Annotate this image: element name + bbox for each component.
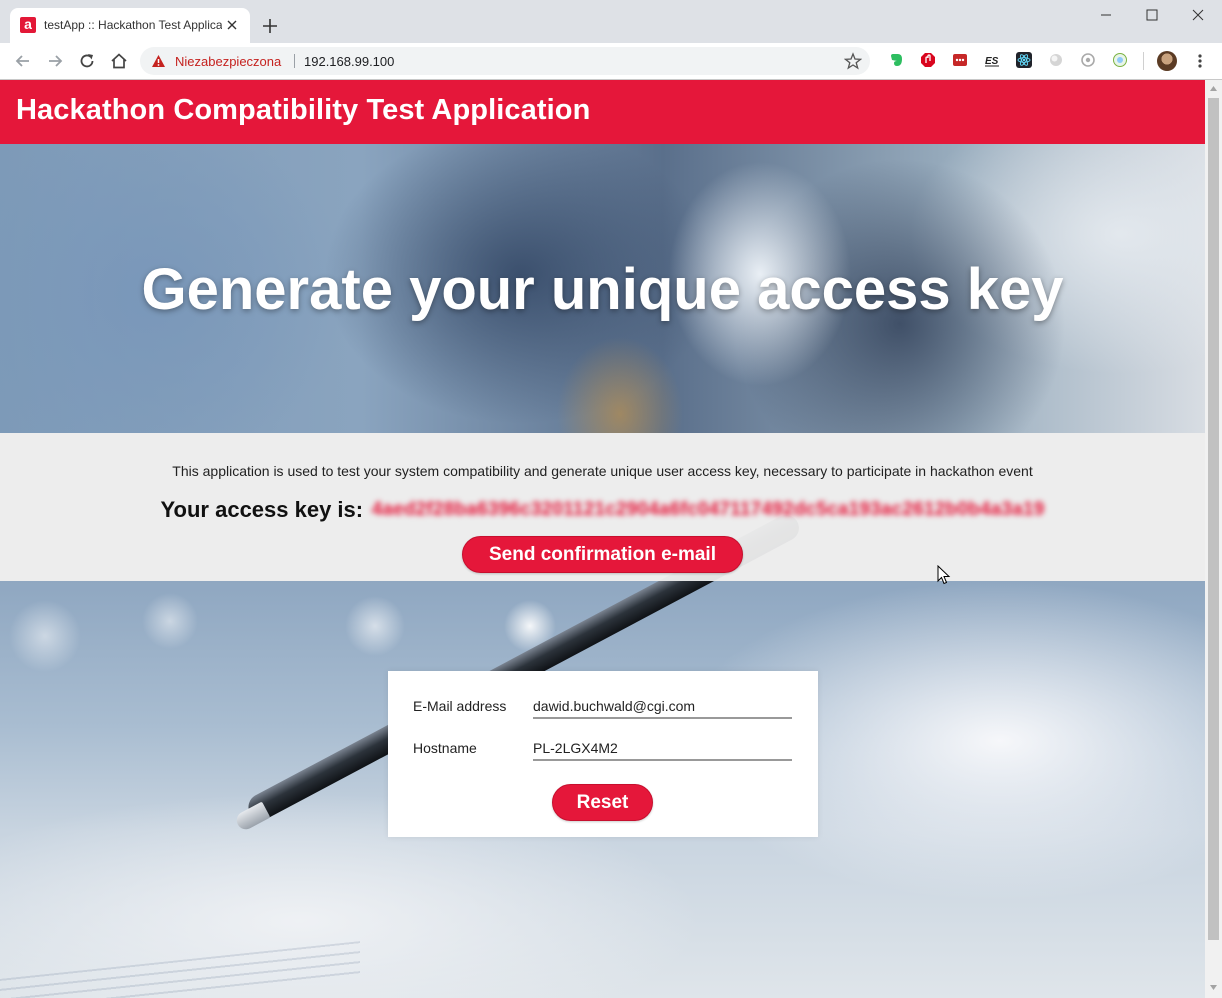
access-key-section: This application is used to test your sy… xyxy=(0,433,1205,581)
access-key-value: 4aed2f28ba6396c3201121c2904a6fc047117492… xyxy=(371,499,1045,520)
user-form: E-Mail address Hostname Reset xyxy=(388,671,818,837)
description-text: This application is used to test your sy… xyxy=(172,463,1033,479)
reload-icon[interactable] xyxy=(77,51,97,71)
toolbar-divider xyxy=(1143,52,1144,70)
scroll-up-icon[interactable] xyxy=(1209,84,1218,93)
es-icon[interactable]: ES xyxy=(984,52,1000,68)
tab-title: testApp :: Hackathon Test Application xyxy=(44,18,222,32)
email-label: E-Mail address xyxy=(413,698,507,714)
access-key-label: Your access key is: xyxy=(160,497,364,522)
app-header: Hackathon Compatibility Test Application xyxy=(0,80,1205,144)
globe-extension-icon[interactable] xyxy=(1112,52,1128,68)
app-title: Hackathon Compatibility Test Application xyxy=(16,94,591,126)
profile-avatar[interactable] xyxy=(1157,51,1177,71)
send-confirmation-button[interactable]: Send confirmation e-mail xyxy=(462,536,743,573)
warning-icon[interactable] xyxy=(151,54,166,68)
url-text[interactable]: 192.168.99.100 xyxy=(304,54,394,69)
mouse-cursor-icon xyxy=(937,565,951,585)
browser-tab[interactable]: a testApp :: Hackathon Test Application xyxy=(10,8,250,43)
adblock-icon[interactable] xyxy=(920,52,936,68)
security-status[interactable]: Niezabezpieczona xyxy=(175,54,281,69)
address-bar[interactable]: Niezabezpieczona 192.168.99.100 xyxy=(140,47,870,75)
circle-extension-icon[interactable] xyxy=(1048,52,1064,68)
home-icon[interactable] xyxy=(109,51,129,71)
scrollbar-thumb[interactable] xyxy=(1208,98,1219,940)
page-viewport: Hackathon Compatibility Test Application… xyxy=(0,80,1205,998)
hero-title: Generate your unique access key xyxy=(141,257,1064,322)
new-tab-icon[interactable] xyxy=(261,17,279,35)
back-icon[interactable] xyxy=(13,51,33,71)
window-close-icon[interactable] xyxy=(1175,0,1221,30)
ublock-icon[interactable] xyxy=(952,52,968,68)
favicon-icon: a xyxy=(20,17,36,33)
minimize-icon[interactable] xyxy=(1083,0,1129,30)
close-tab-icon[interactable] xyxy=(224,17,240,33)
browser-toolbar: Niezabezpieczona 192.168.99.100 ES xyxy=(0,43,1222,80)
scroll-down-icon[interactable] xyxy=(1209,983,1218,992)
maximize-icon[interactable] xyxy=(1129,0,1175,30)
react-devtools-icon[interactable] xyxy=(1016,52,1032,68)
hostname-field[interactable] xyxy=(533,737,792,761)
hero-banner: Generate your unique access key xyxy=(0,144,1205,433)
access-key-row: Your access key is: 4aed2f28ba6396c32011… xyxy=(0,497,1205,523)
browser-titlebar: a testApp :: Hackathon Test Application xyxy=(0,0,1222,43)
kebab-menu-icon[interactable] xyxy=(1192,52,1208,70)
evernote-icon[interactable] xyxy=(888,52,904,68)
hostname-label: Hostname xyxy=(413,740,477,756)
forward-icon[interactable] xyxy=(45,51,65,71)
email-field[interactable] xyxy=(533,695,792,719)
gear-extension-icon[interactable] xyxy=(1080,52,1096,68)
vertical-scrollbar[interactable] xyxy=(1205,80,1222,998)
svg-text:ES: ES xyxy=(985,56,999,67)
bookmark-star-icon[interactable] xyxy=(844,52,862,70)
omnibox-divider xyxy=(294,54,295,68)
reset-button[interactable]: Reset xyxy=(552,784,653,821)
